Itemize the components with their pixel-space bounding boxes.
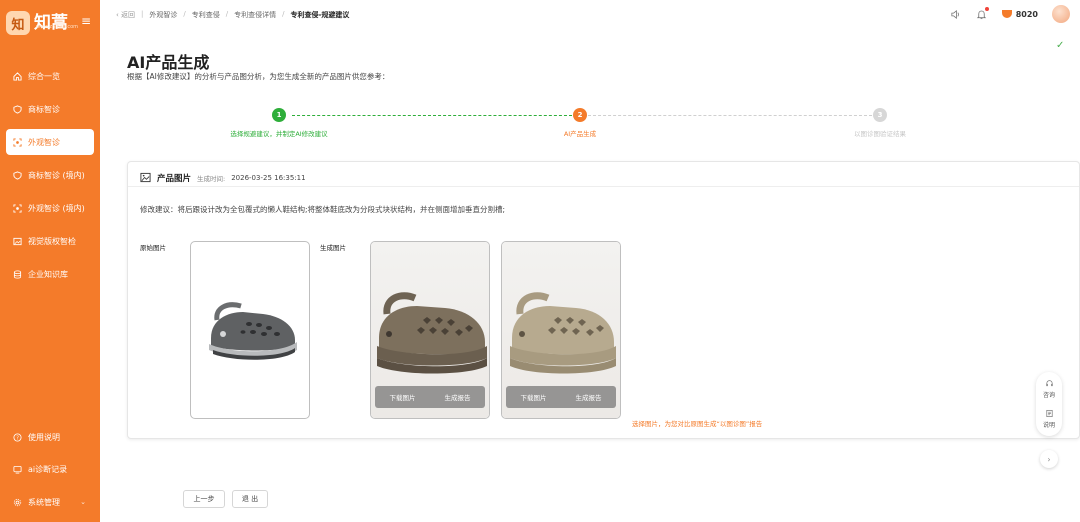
sidebar-item-copyright[interactable]: 视觉版权智检 xyxy=(6,228,94,254)
consult-tool[interactable]: 咨询 xyxy=(1036,378,1062,399)
record-icon xyxy=(12,464,22,474)
scan-icon xyxy=(12,203,22,213)
gear-icon xyxy=(12,497,22,507)
help-icon: ? xyxy=(12,432,22,442)
header-tools: 8020 xyxy=(950,5,1070,23)
sidebar-item-trademark-domestic[interactable]: 商标智诊 (境内) xyxy=(6,162,94,188)
sidebar-item-design[interactable]: 外观智诊 xyxy=(6,129,94,155)
generated-time-label: 生成时间: xyxy=(197,174,226,183)
sidebar-item-label: 外观智诊 xyxy=(28,137,60,147)
sidebar-item-label: 使用说明 xyxy=(28,432,60,442)
image-icon xyxy=(12,236,22,246)
back-link[interactable]: ‹ 返回 xyxy=(116,10,135,20)
points-balance[interactable]: 8020 xyxy=(1001,10,1038,19)
sidebar-item-system[interactable]: 系统管理 ⌄ xyxy=(6,489,94,515)
breadcrumb-item[interactable]: 专利查侵详情 xyxy=(234,10,276,20)
step-2-number: 2 xyxy=(573,108,587,122)
step-3: 3 以图诊图验证结果 xyxy=(830,108,930,138)
coin-icon xyxy=(1001,10,1012,18)
exit-button[interactable]: 退 出 xyxy=(232,490,268,508)
image-actions-bar: 下载图片 生成报告 xyxy=(506,386,616,408)
sidebar-item-label: 视觉版权智检 xyxy=(28,236,76,246)
step-3-label: 以图诊图验证结果 xyxy=(854,130,906,138)
original-image[interactable] xyxy=(190,241,310,419)
step-2-label: AI产品生成 xyxy=(563,130,597,138)
headset-icon xyxy=(1044,378,1054,388)
assistant-icon[interactable]: ✓ xyxy=(1056,40,1064,51)
chevron-left-icon: ‹ xyxy=(116,11,119,19)
shield-icon xyxy=(12,104,22,114)
breadcrumb: ‹ 返回 | 外观智诊 / 专利查侵 / 专利查侵详情 / 专利查侵-规避建议 xyxy=(116,10,350,20)
floating-tools: 咨询 说明 xyxy=(1036,372,1062,436)
generate-report-button[interactable]: 生成报告 xyxy=(576,392,602,402)
database-icon xyxy=(12,269,22,279)
avatar[interactable] xyxy=(1052,5,1070,23)
selection-hint: 选择图片，为您对比原图生成“以图诊图”报告 xyxy=(632,420,763,428)
sidebar-item-label: 系统管理 xyxy=(28,497,60,507)
image-icon xyxy=(140,168,151,187)
breadcrumb-item[interactable]: 外观智诊 xyxy=(149,10,177,20)
notification-dot xyxy=(984,7,989,11)
step-3-number: 3 xyxy=(873,108,887,122)
page-title: AI产品生成 xyxy=(127,53,210,72)
sidebar-item-records[interactable]: ai诊断记录 xyxy=(6,456,94,482)
speaker-icon[interactable] xyxy=(950,8,962,20)
generated-image-1[interactable]: 下载图片 生成报告 xyxy=(370,241,490,419)
breadcrumb-item[interactable]: 专利查侵 xyxy=(192,10,220,20)
logo-mark-icon: 知 xyxy=(6,11,30,35)
sidebar-item-label: 外观智诊 (境内) xyxy=(28,203,85,213)
generated-image-2[interactable]: 下载图片 生成报告 xyxy=(501,241,621,419)
card-title: 产品图片 xyxy=(157,173,192,184)
sidebar-item-label: 综合一览 xyxy=(28,71,60,81)
sidebar-item-label: 企业知识库 xyxy=(28,269,68,279)
download-image-button[interactable]: 下载图片 xyxy=(390,392,416,402)
image-actions-bar: 下载图片 生成报告 xyxy=(375,386,485,408)
top-header: ‹ 返回 | 外观智诊 / 专利查侵 / 专利查侵详情 / 专利查侵-规避建议 … xyxy=(100,0,1080,30)
step-1-label: 选择规避建议，并制定AI修改建议 xyxy=(230,130,328,138)
step-1-number: 1 xyxy=(272,108,286,122)
original-image-label: 原始图片 xyxy=(140,244,166,252)
sidebar-item-label: 商标智诊 xyxy=(28,104,60,114)
clog-grey-image xyxy=(209,302,297,360)
page-description: 根据【AI修改建议】的分析与产品图分析，为您生成全新的产品图片供您参考： xyxy=(127,72,390,81)
chevron-right-icon[interactable]: › xyxy=(1040,450,1058,468)
sidebar-item-label: ai诊断记录 xyxy=(28,464,68,474)
step-1: 1 选择规避建议，并制定AI修改建议 xyxy=(216,108,342,138)
chevron-down-icon: ⌄ xyxy=(80,498,86,506)
card-divider xyxy=(128,186,1079,187)
svg-text:?: ? xyxy=(16,435,19,441)
sidebar-item-help[interactable]: ? 使用说明 xyxy=(6,424,94,450)
modification-suggestion: 修改建议：将后跟设计改为全包覆式的懒人鞋结构;将整体鞋底改为分段式块状结构，并在… xyxy=(140,205,506,214)
bell-icon[interactable] xyxy=(976,7,989,20)
sidebar-item-design-domestic[interactable]: 外观智诊 (境内) xyxy=(6,195,94,221)
sidebar-item-label: 商标智诊 (境内) xyxy=(28,170,85,180)
generated-image-label: 生成图片 xyxy=(320,244,346,252)
step-2: 2 AI产品生成 xyxy=(540,108,620,138)
shield-icon xyxy=(12,170,22,180)
scan-icon xyxy=(12,137,22,147)
home-icon xyxy=(12,71,22,81)
logo-subtext: www.zhihao.com xyxy=(36,24,79,30)
generated-time: 2026-03-25 16:35:11 xyxy=(231,173,306,182)
sidebar-item-overview[interactable]: 综合一览 xyxy=(6,63,94,89)
previous-step-button[interactable]: 上一步 xyxy=(183,490,225,508)
menu-toggle-icon[interactable]: ≡ xyxy=(81,14,91,28)
document-icon xyxy=(1044,408,1054,418)
sidebar-item-trademark[interactable]: 商标智诊 xyxy=(6,96,94,122)
sidebar-item-knowledge[interactable]: 企业知识库 xyxy=(6,261,94,287)
generate-report-button[interactable]: 生成报告 xyxy=(445,392,471,402)
guide-tool[interactable]: 说明 xyxy=(1036,408,1062,429)
product-image-card: 产品图片 生成时间: 2026-03-25 16:35:11 修改建议：将后跟设… xyxy=(127,161,1080,439)
sidebar: 知 知蒿 www.zhihao.com ≡ 综合一览 商标智诊 外观智诊 商标智… xyxy=(0,0,100,522)
download-image-button[interactable]: 下载图片 xyxy=(521,392,547,402)
breadcrumb-current: 专利查侵-规避建议 xyxy=(290,11,350,19)
card-header: 产品图片 生成时间: 2026-03-25 16:35:11 xyxy=(140,168,306,187)
